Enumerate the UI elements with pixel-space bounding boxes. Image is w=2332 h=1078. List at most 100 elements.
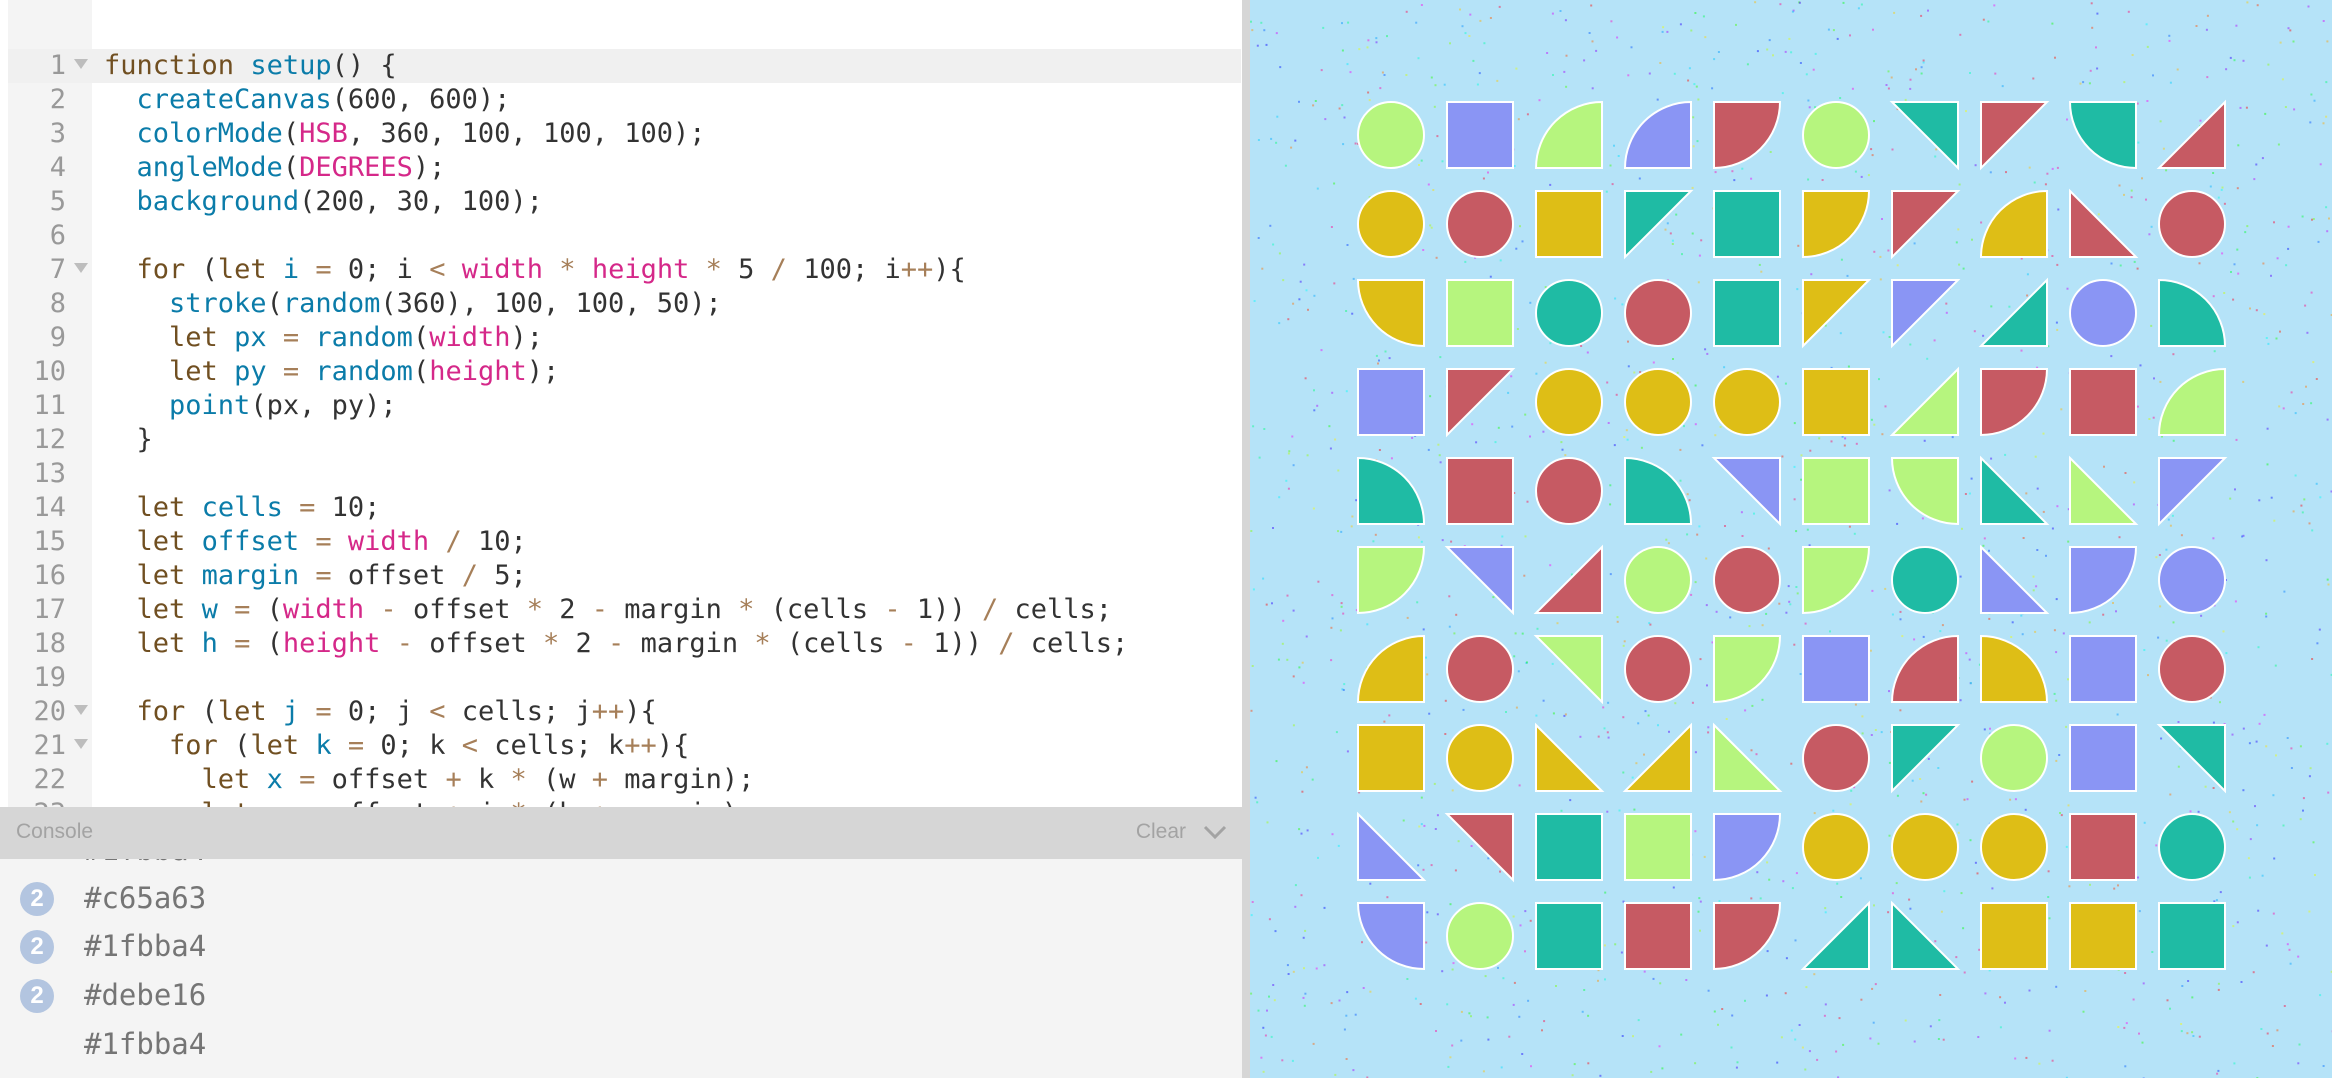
code-line[interactable]: 4 angleMode(DEGREES); <box>8 151 1241 185</box>
line-number: 20 <box>33 696 66 727</box>
repeat-count-badge: 2 <box>20 882 54 916</box>
code-token: let <box>217 254 267 285</box>
line-number: 17 <box>33 594 66 625</box>
code-text: let h = (height - offset * 2 - margin * … <box>104 627 1129 661</box>
line-number: 9 <box>49 322 66 353</box>
circle-shape <box>1891 813 1959 881</box>
code-line[interactable]: 2 createCanvas(600, 600); <box>8 83 1241 117</box>
code-token: = <box>299 798 315 807</box>
code-text: let py = random(height); <box>104 355 559 389</box>
code-line[interactable]: 22 let x = offset + k * (w + margin); <box>8 763 1241 797</box>
code-line[interactable]: 7 for (let i = 0; i < width * height * 5… <box>8 253 1241 287</box>
code-text: function setup() { <box>104 49 397 83</box>
code-token: let <box>169 356 218 387</box>
circle-shape <box>2158 546 2226 614</box>
circle-shape <box>2158 190 2226 258</box>
console-log-line: #1fbba4 <box>84 859 206 867</box>
code-line[interactable]: 12 } <box>8 423 1241 457</box>
code-token: ++ <box>591 696 625 727</box>
console-clear-button[interactable]: Clear <box>1136 820 1186 844</box>
quarter-circle-shape <box>1713 635 1782 704</box>
circle-shape <box>2069 279 2137 347</box>
code-line[interactable]: 17 let w = (width - offset * 2 - margin … <box>8 593 1241 627</box>
code-token: for <box>169 730 218 761</box>
triangle-shape <box>1533 635 1603 705</box>
square-shape <box>1535 902 1603 970</box>
code-line[interactable]: 8 stroke(random(360), 100, 100, 50); <box>8 287 1241 321</box>
pane-divider[interactable] <box>1242 0 1250 1078</box>
code-line[interactable]: 21 for (let k = 0; k < cells; k++){ <box>8 729 1241 763</box>
square-shape <box>1357 368 1425 436</box>
code-token: DEGREES <box>299 152 413 183</box>
square-shape <box>1802 635 1870 703</box>
code-token: margin <box>201 560 300 591</box>
circle-shape <box>1624 546 1692 614</box>
code-line[interactable]: 20 for (let j = 0; j < cells; j++){ <box>8 695 1241 729</box>
fold-arrow-icon[interactable] <box>74 739 88 749</box>
code-line[interactable]: 18 let h = (height - offset * 2 - margin… <box>8 627 1241 661</box>
code-line[interactable]: 5 background(200, 30, 100); <box>8 185 1241 219</box>
code-token: 0; i <box>331 254 430 285</box>
code-line[interactable]: 23 let y = offset + j * (h + margin); <box>8 797 1241 807</box>
circle-shape <box>1802 813 1870 881</box>
code-token: 5 <box>721 254 771 285</box>
triangle-shape <box>1713 722 1783 792</box>
shape-grid <box>1356 99 2228 971</box>
code-token: < <box>461 730 478 761</box>
code-line[interactable]: 13 <box>8 457 1241 491</box>
code-token: * <box>510 798 526 807</box>
code-token: createCanvas <box>136 84 332 115</box>
code-token: let <box>136 526 186 557</box>
chevron-down-icon[interactable] <box>1200 817 1230 847</box>
console-output[interactable]: #1fbba4 #c65a63 2 #1fbba4 2 #debe16 2 #1fbba4 <box>0 859 1242 1078</box>
code-line[interactable]: 10 let py = random(height); <box>8 355 1241 389</box>
code-line[interactable]: 3 colorMode(HSB, 360, 100, 100, 100); <box>8 117 1241 151</box>
code-line[interactable]: 6 <box>8 219 1241 253</box>
code-token: ++ <box>900 254 934 285</box>
triangle-shape <box>1444 813 1514 883</box>
code-token: j <box>462 798 511 807</box>
code-line[interactable]: 15 let offset = width / 10; <box>8 525 1241 559</box>
code-token: 2 <box>559 628 609 659</box>
fold-arrow-icon[interactable] <box>74 263 88 273</box>
code-line[interactable]: 16 let margin = offset / 5; <box>8 559 1241 593</box>
code-text: for (let i = 0; i < width * height * 5 /… <box>104 253 966 287</box>
quarter-circle-shape <box>1802 546 1871 615</box>
code-token: let <box>202 798 251 807</box>
code-token: w <box>201 594 218 625</box>
fold-arrow-icon[interactable] <box>74 59 88 69</box>
code-line[interactable]: 1 function setup() { <box>8 49 1241 83</box>
circle-shape <box>1535 368 1603 436</box>
code-token: offset <box>396 594 527 625</box>
code-token: 10; <box>461 526 527 557</box>
code-token: + <box>591 764 609 795</box>
line-number: 23 <box>8 797 66 807</box>
code-line[interactable]: 19 <box>8 661 1241 695</box>
code-line[interactable]: 14 let cells = 10; <box>8 491 1241 525</box>
line-number: 5 <box>49 186 66 217</box>
code-line[interactable]: 9 let px = random(width); <box>8 321 1241 355</box>
code-line[interactable]: 11 point(px, py); <box>8 389 1241 423</box>
code-token: (200, 30, 100); <box>299 186 543 217</box>
triangle-shape <box>1889 101 1959 171</box>
code-editor[interactable]: 1 function setup() {2 createCanvas(600, 6… <box>0 0 1242 807</box>
fold-arrow-icon[interactable] <box>74 705 88 715</box>
code-token: ( <box>217 730 251 761</box>
code-text: let y = offset + j * (h + margin); <box>104 797 755 807</box>
triangle-shape <box>1800 900 1870 970</box>
code-token: ); <box>412 152 446 183</box>
code-token: = <box>315 696 332 727</box>
code-token: margin); <box>608 798 754 807</box>
